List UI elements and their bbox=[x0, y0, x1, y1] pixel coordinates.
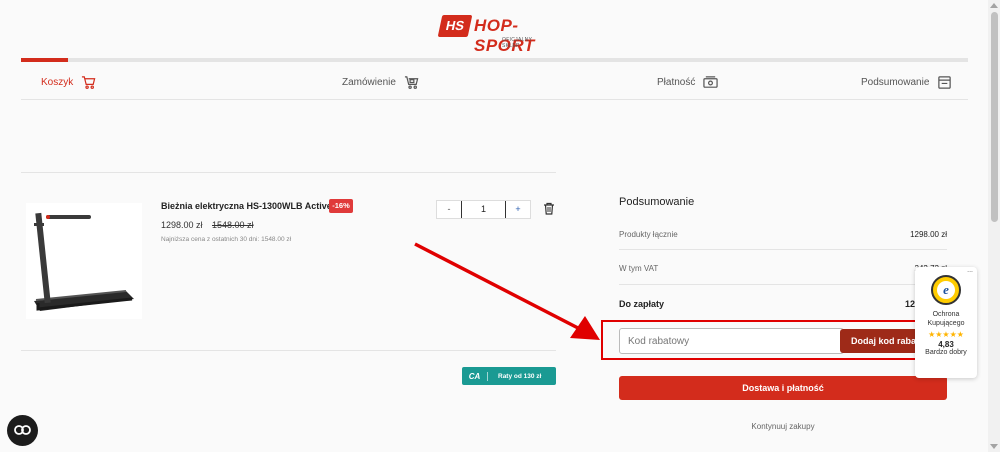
rating-text: Bardzo dobry bbox=[925, 349, 967, 356]
buyer-protection-label: Ochrona Kupującego bbox=[927, 311, 965, 327]
scroll-up-icon[interactable] bbox=[990, 3, 998, 8]
scrollbar-thumb[interactable] bbox=[991, 12, 998, 222]
increase-quantity-button[interactable]: + bbox=[506, 201, 530, 218]
trash-icon[interactable] bbox=[543, 202, 555, 215]
discount-badge: -16% bbox=[329, 199, 353, 213]
decrease-quantity-button[interactable]: - bbox=[437, 201, 461, 218]
steps-divider bbox=[21, 99, 968, 100]
trusted-shops-badge[interactable]: ... e Ochrona Kupującego ★★★★★ 4,83 Bard… bbox=[915, 267, 977, 378]
logo-subtitle: OFICJALNY SKLEP bbox=[502, 37, 533, 49]
delivery-cart-icon bbox=[404, 75, 419, 89]
annotation-highlight-box bbox=[601, 320, 924, 360]
summary-vat-row: W tym VAT 242.72 zł bbox=[619, 264, 947, 273]
product-price: 1298.00 zł bbox=[161, 220, 203, 230]
delivery-and-payment-button[interactable]: Dostawa i płatność bbox=[619, 376, 947, 400]
summary-title: Podsumowanie bbox=[619, 196, 695, 208]
step-order[interactable]: Zamówienie bbox=[342, 73, 419, 91]
quantity-input[interactable]: 1 bbox=[461, 201, 506, 218]
checkout-progress-fill bbox=[21, 58, 69, 62]
products-total-label: Produkty łącznie bbox=[619, 230, 678, 239]
products-total-value: 1298.00 zł bbox=[910, 230, 947, 239]
installments-label: Raty od 130 zł bbox=[498, 372, 542, 380]
summary-total-row: Do zapłaty 1298.00 zł bbox=[619, 299, 947, 309]
quantity-stepper: - 1 + bbox=[436, 200, 531, 219]
installments-button[interactable]: CA Raty od 130 zł bbox=[462, 367, 556, 385]
product-divider bbox=[21, 350, 556, 351]
summary-icon bbox=[938, 75, 952, 89]
badge-menu-icon[interactable]: ... bbox=[967, 267, 973, 274]
logo-mark: HS bbox=[437, 15, 473, 37]
step-cart[interactable]: Koszyk bbox=[41, 73, 96, 91]
product-old-price: 1548.00 zł bbox=[212, 220, 254, 230]
product-name[interactable]: Bieżnia elektryczna HS-1300WLB Active bbox=[161, 201, 332, 211]
lowest-price-note: Najniższa cena z ostatnich 30 dni: 1548.… bbox=[161, 236, 292, 243]
cart-top-divider bbox=[21, 172, 556, 173]
payment-icon bbox=[703, 75, 719, 88]
step-summary-label: Podsumowanie bbox=[861, 76, 930, 88]
to-pay-label: Do zapłaty bbox=[619, 299, 665, 309]
rating-stars: ★★★★★ bbox=[928, 330, 964, 339]
step-payment-label: Płatność bbox=[657, 76, 696, 88]
store-logo[interactable]: HS HOP-SPORT OFICJALNY SKLEP bbox=[437, 15, 550, 55]
summary-divider bbox=[619, 284, 947, 285]
scroll-down-icon[interactable] bbox=[990, 444, 998, 449]
logo-text: HOP-SPORT bbox=[474, 16, 535, 55]
continue-shopping-link[interactable]: Kontynuuj zakupy bbox=[619, 422, 947, 431]
treadmill-image bbox=[26, 203, 142, 319]
step-summary[interactable]: Podsumowanie bbox=[861, 73, 952, 91]
rating-value: 4,83 bbox=[938, 340, 954, 349]
credit-agricole-logo: CA bbox=[462, 371, 488, 381]
checkout-progress-bar bbox=[21, 58, 968, 62]
step-cart-label: Koszyk bbox=[41, 76, 74, 88]
cart-icon bbox=[82, 75, 96, 89]
trusted-seal-icon: e bbox=[931, 275, 961, 305]
product-image[interactable] bbox=[26, 203, 142, 319]
chat-icon bbox=[14, 425, 31, 435]
step-order-label: Zamówienie bbox=[342, 76, 396, 88]
vat-label: W tym VAT bbox=[619, 264, 659, 273]
summary-products-row: Produkty łącznie 1298.00 zł bbox=[619, 230, 947, 239]
summary-divider bbox=[619, 249, 947, 250]
annotation-arrow-icon bbox=[414, 242, 600, 340]
step-payment[interactable]: Płatność bbox=[657, 73, 719, 91]
chat-button[interactable] bbox=[7, 415, 38, 446]
